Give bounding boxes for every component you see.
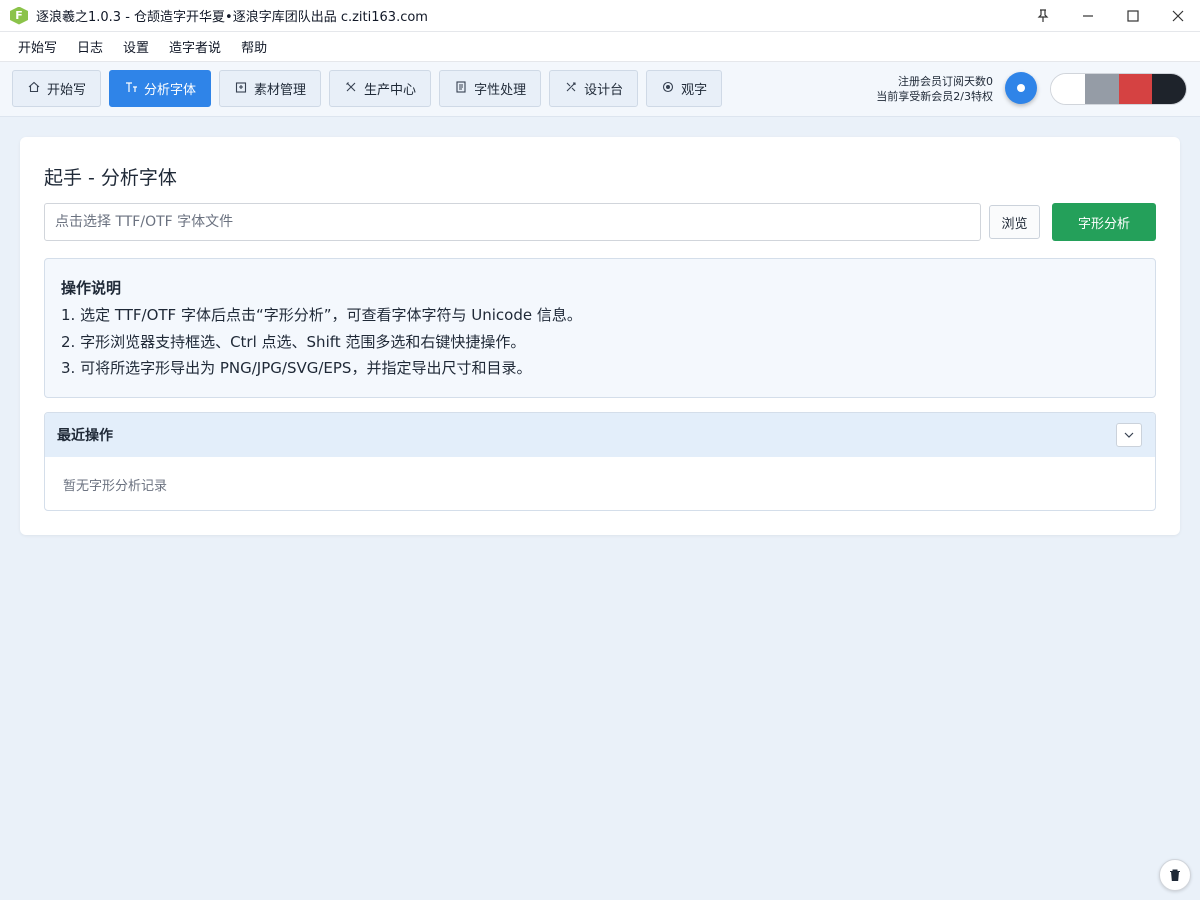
tab-label: 开始写 — [47, 83, 87, 98]
close-icon — [1172, 10, 1183, 22]
theme-color-swatches — [1050, 73, 1187, 105]
instruction-line: 2. 字形浏览器支持框选、Ctrl 点选、Shift 范围多选和右键快捷操作。 — [61, 332, 526, 351]
app-logo-letter: F — [15, 9, 23, 22]
instruction-line: 1. 选定 TTF/OTF 字体后点击“字形分析”，可查看字体字符与 Unico… — [61, 306, 582, 324]
tab-strip: 开始写 分析字体 素材管理 生产中心 字性处理 设计台 观字 — [12, 70, 723, 107]
menu-bar: 开始写 日志 设置 造字者说 帮助 — [0, 32, 1200, 62]
tab-view-glyph[interactable]: 观字 — [646, 70, 723, 107]
pin-icon — [1037, 9, 1048, 22]
tab-label: 素材管理 — [254, 83, 307, 98]
maximize-icon — [1126, 10, 1139, 22]
tab-label: 字性处理 — [474, 83, 527, 98]
theme-swatch-red[interactable] — [1118, 74, 1153, 104]
member-privileges: 当前享受新会员2/3特权 — [876, 90, 993, 103]
member-info: 注册会员订阅天数0 当前享受新会员2/3特权 — [876, 74, 993, 104]
window-controls — [1020, 0, 1200, 32]
tab-start-writing[interactable]: 开始写 — [12, 70, 102, 107]
tab-design-desk[interactable]: 设计台 — [549, 70, 639, 107]
app-logo-icon: F — [10, 6, 28, 25]
document-icon — [454, 81, 468, 96]
theme-swatch-white[interactable] — [1051, 74, 1085, 104]
theme-swatch-gray[interactable] — [1084, 74, 1119, 104]
material-box-icon — [234, 81, 248, 96]
font-file-input[interactable] — [44, 203, 981, 241]
instructions-panel: 操作说明 1. 选定 TTF/OTF 字体后点击“字形分析”，可查看字体字符与 … — [44, 258, 1156, 398]
trash-button[interactable] — [1159, 859, 1191, 891]
instructions-title: 操作说明 — [61, 279, 122, 297]
glyph-analyze-button[interactable]: 字形分析 — [1052, 203, 1156, 241]
analyze-font-card: 起手 - 分析字体 浏览 字形分析 操作说明 1. 选定 TTF/OTF 字体后… — [20, 137, 1180, 535]
minimize-button[interactable] — [1065, 0, 1110, 32]
recent-operations-panel: 最近操作 暂无字形分析记录 — [44, 412, 1156, 511]
close-button[interactable] — [1155, 0, 1200, 32]
tab-label: 观字 — [681, 83, 708, 98]
recent-operations-empty: 暂无字形分析记录 — [63, 479, 168, 494]
tab-material-management[interactable]: 素材管理 — [219, 70, 322, 107]
recent-operations-title: 最近操作 — [57, 428, 113, 444]
chevron-down-icon — [1124, 432, 1134, 438]
text-size-icon — [124, 81, 138, 96]
eye-icon — [661, 81, 675, 96]
tab-glyph-processing[interactable]: 字性处理 — [439, 70, 542, 107]
recent-operations-header: 最近操作 — [45, 413, 1155, 457]
maximize-button[interactable] — [1110, 0, 1155, 32]
tab-label: 生产中心 — [364, 83, 417, 98]
browse-button[interactable]: 浏览 — [989, 205, 1040, 239]
collapse-button[interactable] — [1116, 423, 1142, 447]
title-bar: F 逐浪羲之1.0.3 - 仓颉造字开华夏•逐浪字库团队出品 c.ziti163… — [0, 0, 1200, 32]
tab-label: 设计台 — [584, 83, 624, 98]
tab-production-center[interactable]: 生产中心 — [329, 70, 432, 107]
trash-icon — [1170, 869, 1180, 881]
status-toggle-button[interactable] — [1005, 72, 1037, 104]
member-subscription-days: 注册会员订阅天数0 — [898, 75, 993, 88]
minimize-icon — [1082, 15, 1093, 17]
tab-label: 分析字体 — [144, 83, 197, 98]
home-icon — [27, 81, 41, 96]
page-title: 起手 - 分析字体 — [44, 167, 177, 189]
menu-item-start-writing[interactable]: 开始写 — [8, 37, 67, 56]
instruction-line: 3. 可将所选字形导出为 PNG/JPG/SVG/EPS，并指定导出尺寸和目录。 — [61, 359, 532, 377]
menu-item-log[interactable]: 日志 — [67, 37, 113, 56]
menu-item-settings[interactable]: 设置 — [113, 37, 159, 56]
pin-button[interactable] — [1020, 0, 1065, 32]
design-icon — [564, 81, 578, 96]
tab-analyze-font[interactable]: 分析字体 — [109, 70, 212, 107]
menu-item-creator-says[interactable]: 造字者说 — [159, 37, 231, 56]
tools-icon — [344, 81, 358, 96]
theme-swatch-dark[interactable] — [1152, 74, 1186, 104]
window-title: 逐浪羲之1.0.3 - 仓颉造字开华夏•逐浪字库团队出品 c.ziti163.c… — [36, 10, 428, 25]
menu-item-help[interactable]: 帮助 — [231, 37, 277, 56]
